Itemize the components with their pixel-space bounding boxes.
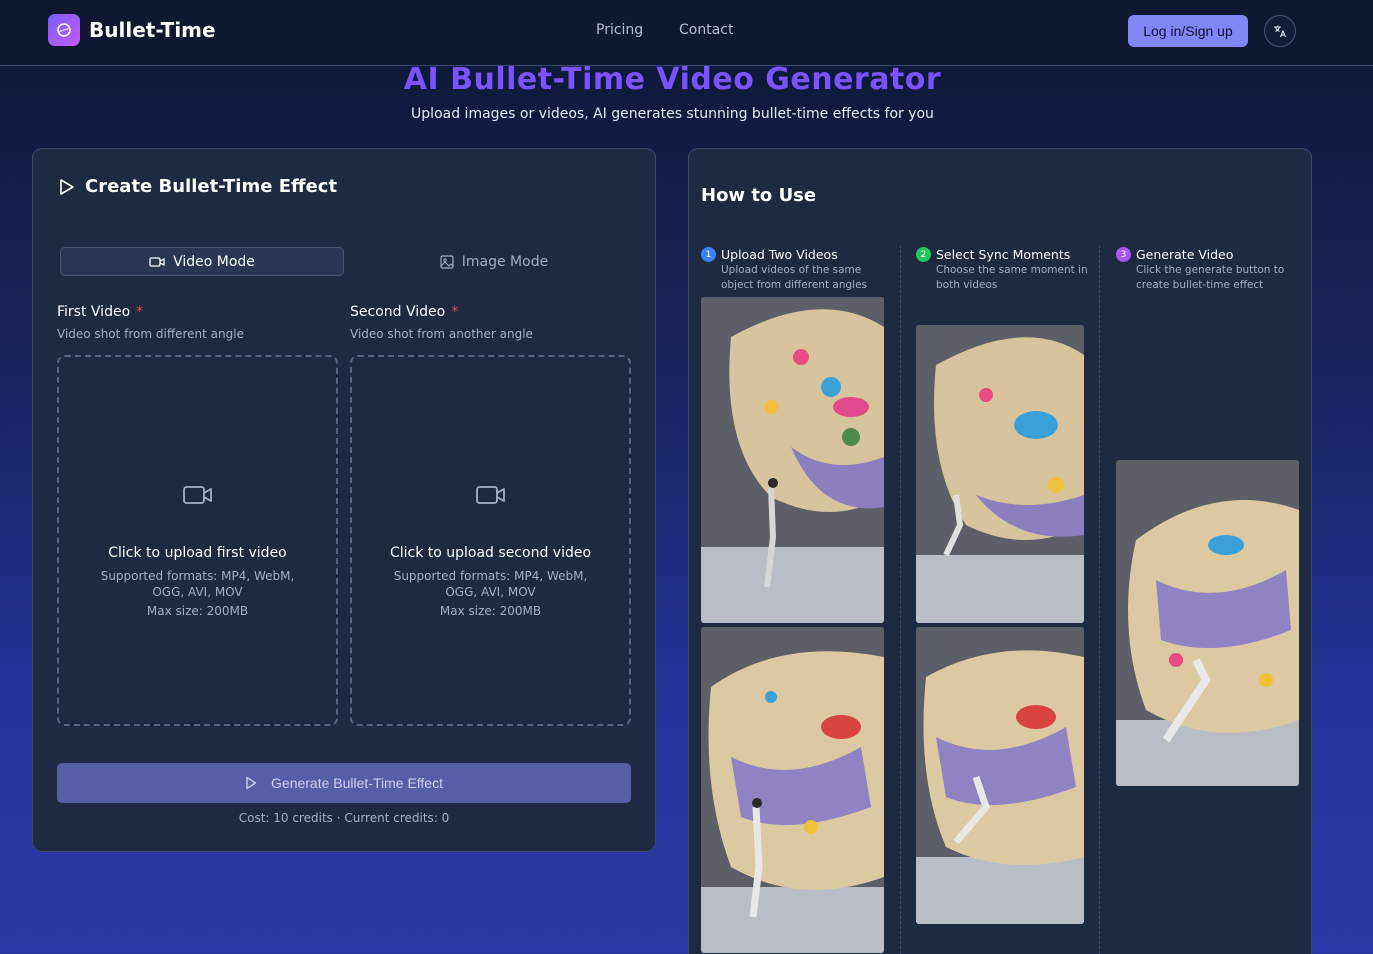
step-number: 1: [701, 247, 716, 262]
first-video-help: Video shot from different angle: [57, 327, 244, 341]
login-signup-button[interactable]: Log in/Sign up: [1128, 15, 1248, 47]
credits-cost: Cost: 10 credits · Current credits: 0: [238, 811, 450, 825]
tab-video-mode-label: Video Mode: [173, 253, 255, 270]
tab-video-mode[interactable]: Video Mode: [60, 247, 344, 276]
max-size: Max size: 200MB: [439, 604, 542, 618]
nav-link-contact[interactable]: Contact: [679, 22, 733, 38]
upload-first-title: Click to upload first video: [108, 545, 287, 561]
step-divider: [900, 245, 901, 954]
step-description: Click the generate button to create bull…: [1136, 264, 1285, 291]
top-nav: Bullet-Time Pricing Contact Log in/Sign …: [0, 0, 1373, 66]
step-title: Upload Two Videos: [721, 247, 838, 262]
step-title: Select Sync Moments: [936, 247, 1071, 262]
generate-button-label: Generate Bullet-Time Effect: [271, 775, 443, 791]
step-description: Upload videos of the same object from di…: [721, 264, 868, 291]
play-icon: [246, 776, 257, 790]
image-icon: [440, 254, 454, 269]
required-mark: *: [451, 304, 459, 320]
play-icon: [59, 178, 75, 200]
second-video-label: Second Video *: [350, 304, 459, 320]
video-camera-icon: [59, 485, 336, 505]
example-photo: [916, 627, 1084, 924]
second-video-dropzone[interactable]: Click to upload second video Supported f…: [350, 355, 631, 726]
first-video-dropzone[interactable]: Click to upload first video Supported fo…: [57, 355, 338, 726]
brand-name[interactable]: Bullet-Time: [89, 18, 216, 42]
step-divider: [1099, 245, 1100, 954]
example-photo: [916, 325, 1084, 623]
page-subtitle: Upload images or videos, AI generates st…: [411, 106, 934, 122]
logo-icon[interactable]: [48, 14, 80, 46]
first-video-label: First Video *: [57, 304, 144, 320]
step-description: Choose the same moment in both videos: [936, 264, 1088, 291]
required-mark: *: [136, 304, 144, 320]
tab-image-mode-label: Image Mode: [461, 253, 549, 270]
step-number: 3: [1116, 247, 1131, 262]
create-effect-title: Create Bullet-Time Effect: [85, 176, 338, 197]
generate-button[interactable]: Generate Bullet-Time Effect: [57, 763, 631, 803]
second-video-help: Video shot from another angle: [350, 327, 533, 341]
max-size: Max size: 200MB: [146, 604, 249, 618]
tab-image-mode[interactable]: Image Mode: [352, 247, 636, 276]
example-photo: [701, 627, 884, 953]
step-title: Generate Video: [1136, 247, 1234, 262]
nav-link-pricing[interactable]: Pricing: [596, 22, 643, 38]
video-camera-icon: [352, 485, 629, 505]
example-photo: [1116, 460, 1299, 786]
how-to-use-title: How to Use: [701, 185, 817, 206]
page-title: AI Bullet-Time Video Generator: [403, 62, 942, 97]
example-photo: [701, 297, 884, 623]
supported-formats: Supported formats: MP4, WebM, OGG, AVI, …: [100, 569, 295, 599]
upload-second-title: Click to upload second video: [389, 545, 592, 561]
step-number: 2: [916, 247, 931, 262]
supported-formats: Supported formats: MP4, WebM, OGG, AVI, …: [393, 569, 588, 599]
translate-icon[interactable]: [1264, 15, 1296, 47]
video-camera-icon: [149, 256, 165, 267]
